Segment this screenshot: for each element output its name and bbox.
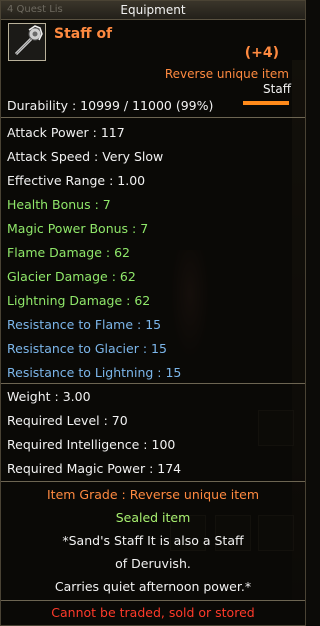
- sealed-status: Sealed item: [115, 510, 191, 525]
- resistance-flame: Resistance to Flame : 15: [7, 317, 162, 332]
- durability-text: Durability : 10999 / 11000 (99%): [7, 98, 214, 113]
- resistance-glacier: Resistance to Glacier : 15: [7, 341, 167, 356]
- trade-restriction: Cannot be traded, sold or stored: [51, 605, 255, 620]
- magic-power-bonus: Magic Power Bonus : 7: [7, 221, 149, 236]
- attack-power: Attack Power : 117: [7, 125, 125, 140]
- required-magic-power: Required Magic Power : 174: [7, 461, 182, 476]
- item-type: Staff: [263, 82, 291, 96]
- durability-bar-fill: [243, 101, 289, 105]
- item-name: Staff of: [54, 26, 113, 42]
- window-title-bar[interactable]: 4 Quest Lis Equipment: [1, 1, 305, 20]
- effective-range: Effective Range : 1.00: [7, 173, 146, 188]
- required-intelligence: Required Intelligence : 100: [7, 437, 176, 452]
- durability-bar: [243, 101, 289, 105]
- staff-icon: [8, 23, 46, 61]
- flame-damage: Flame Damage : 62: [7, 245, 130, 260]
- item-tooltip: 4 Quest Lis Equipment Staff of (+4) Reve…: [0, 0, 306, 626]
- background-quest-label: 4 Quest Lis: [7, 4, 63, 15]
- divider: [1, 383, 305, 384]
- glacier-damage: Glacier Damage : 62: [7, 269, 136, 284]
- item-grade-tag: Reverse unique item: [164, 67, 289, 81]
- weight: Weight : 3.00: [7, 389, 91, 404]
- window-title: Equipment: [120, 3, 186, 17]
- divider: [1, 117, 305, 118]
- required-level: Required Level : 70: [7, 413, 128, 428]
- item-grade: Item Grade : Reverse unique item: [47, 487, 259, 502]
- item-description-line-2: of Deruvish.: [115, 556, 191, 571]
- divider: [1, 481, 305, 482]
- item-description-line-1: *Sand's Staff It is also a Staff: [62, 533, 244, 548]
- health-bonus: Health Bonus : 7: [7, 197, 111, 212]
- item-upgrade-level: (+4): [244, 45, 279, 61]
- lightning-damage: Lightning Damage : 62: [7, 293, 151, 308]
- attack-speed: Attack Speed : Very Slow: [7, 149, 164, 164]
- resistance-lightning: Resistance to Lightning : 15: [7, 365, 182, 380]
- item-description-line-3: Carries quiet afternoon power.*: [54, 579, 252, 594]
- divider: [1, 600, 305, 601]
